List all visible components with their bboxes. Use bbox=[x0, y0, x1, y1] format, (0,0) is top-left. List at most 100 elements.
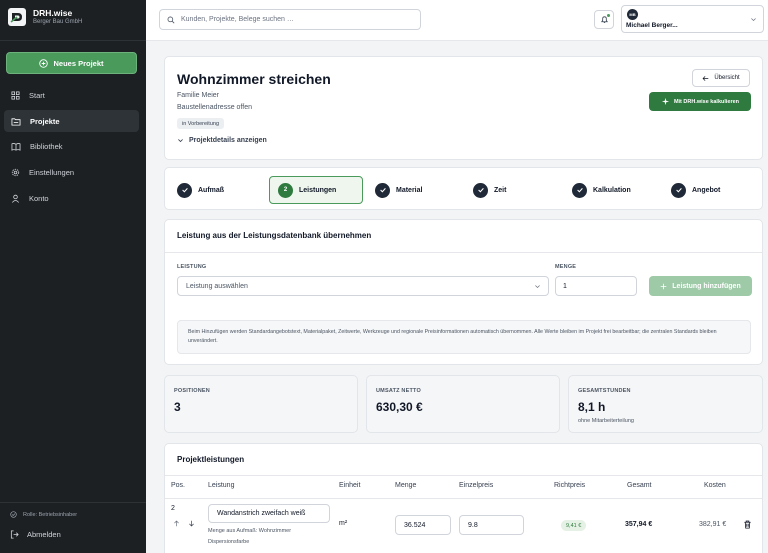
stat-revenue: UMSATZ NETTO 630,30 € bbox=[366, 375, 560, 433]
sidebar-item-projekte[interactable]: Projekte bbox=[4, 110, 139, 132]
row-note: Dispersionsfarbe bbox=[208, 539, 250, 545]
sidebar-item-einstellungen[interactable]: Einstellungen bbox=[4, 161, 139, 183]
col-header-qty: Menge bbox=[395, 482, 417, 489]
qty-field-label: MENGE bbox=[555, 264, 577, 270]
sidebar-item-bibliothek[interactable]: Bibliothek bbox=[4, 135, 139, 157]
sidebar-item-label: Start bbox=[29, 90, 45, 100]
new-project-button[interactable]: Neues Projekt bbox=[6, 52, 137, 74]
stat-positions: POSITIONEN 3 bbox=[164, 375, 358, 433]
user-name: Michael Berger... bbox=[626, 22, 678, 29]
project-address: Baustellenadresse offen bbox=[177, 104, 252, 111]
overview-button[interactable]: Übersicht bbox=[692, 69, 750, 87]
step-label: Zeit bbox=[494, 186, 507, 194]
plus-circle-icon bbox=[39, 58, 49, 68]
company-name: Berger Bau GmbH bbox=[33, 19, 83, 25]
section-title: Projektleistungen bbox=[177, 455, 245, 464]
unit-price-input[interactable]: 9.8 bbox=[459, 515, 524, 535]
col-header-unit: Einheit bbox=[339, 482, 361, 489]
row-pos: 2 bbox=[171, 505, 175, 512]
user-icon bbox=[12, 194, 19, 203]
divider bbox=[165, 252, 762, 253]
details-label: Projektdetails anzeigen bbox=[189, 137, 267, 144]
step-zeit[interactable]: Zeit bbox=[473, 176, 506, 204]
step-leistungen[interactable]: 2 Leistungen bbox=[269, 176, 363, 204]
check-icon bbox=[473, 182, 488, 198]
project-details-toggle[interactable]: Projektdetails anzeigen bbox=[177, 137, 267, 144]
qty-input[interactable]: 36.524 bbox=[395, 515, 451, 535]
logout-label: Abmelden bbox=[27, 530, 61, 539]
step-label: Leistungen bbox=[299, 186, 337, 194]
search-placeholder: Kunden, Projekte, Belege suchen … bbox=[181, 16, 294, 23]
check-icon bbox=[671, 182, 686, 198]
chevron-down-icon bbox=[535, 285, 540, 289]
stat-label: GESAMTSTUNDEN bbox=[578, 388, 631, 394]
stat-hours: GESAMTSTUNDEN 8,1 h ohne Mitarbeiterteil… bbox=[568, 375, 763, 433]
add-service-label: Leistung hinzufügen bbox=[672, 282, 741, 290]
stat-sub: ohne Mitarbeiterteilung bbox=[578, 418, 634, 424]
search-icon bbox=[167, 16, 175, 23]
add-service-card: Leistung aus der Leistungsdatenbank über… bbox=[164, 219, 763, 365]
step-label: Kalkulation bbox=[593, 186, 631, 194]
calculate-label: Mit DRH.wise kalkulieren bbox=[673, 98, 740, 105]
notifications-button[interactable] bbox=[594, 10, 614, 29]
row-unit: m² bbox=[339, 520, 348, 527]
arrow-left-icon bbox=[702, 75, 709, 81]
grid-icon bbox=[11, 90, 20, 100]
divider bbox=[0, 40, 146, 41]
stat-value: 3 bbox=[174, 400, 181, 414]
service-name-input[interactable]: Wandanstrich zweifach weiß bbox=[208, 504, 330, 523]
col-header-guide-price: Richtpreis bbox=[554, 482, 586, 489]
user-menu[interactable]: MB Michael Berger... bbox=[621, 5, 764, 33]
logout-icon bbox=[10, 530, 19, 539]
topbar: Kunden, Projekte, Belege suchen … MB Mic… bbox=[146, 0, 768, 41]
role-label: Rolle: Betriebsinhaber bbox=[23, 511, 78, 518]
project-services-card: Projektleistungen Pos. Leistung Einheit … bbox=[164, 443, 763, 553]
step-aufmass[interactable]: Aufmaß bbox=[177, 176, 224, 204]
chevron-down-icon bbox=[178, 139, 183, 143]
logout-button[interactable]: Abmelden bbox=[10, 530, 61, 539]
sidebar-item-label: Bibliothek bbox=[30, 141, 63, 151]
divider bbox=[165, 475, 762, 476]
sidebar-item-start[interactable]: Start bbox=[4, 84, 139, 106]
trash-icon[interactable] bbox=[743, 520, 752, 529]
sidebar-item-label: Projekte bbox=[30, 116, 60, 126]
step-label: Aufmaß bbox=[198, 186, 225, 194]
guide-price-badge: 9,41 € bbox=[561, 520, 587, 531]
service-select[interactable]: Leistung auswählen bbox=[177, 276, 549, 296]
row-cost: 382,91 € bbox=[699, 521, 727, 528]
stat-label: UMSATZ NETTO bbox=[376, 388, 421, 394]
avatar: MB bbox=[627, 9, 638, 20]
search-input[interactable]: Kunden, Projekte, Belege suchen … bbox=[159, 9, 421, 30]
notification-dot bbox=[607, 14, 610, 17]
logo-icon bbox=[8, 8, 26, 26]
brand[interactable]: DRH.wise Berger Bau GmbH bbox=[8, 8, 82, 26]
status-badge: in Vorbereitung bbox=[177, 118, 224, 129]
step-label: Angebot bbox=[692, 186, 721, 194]
page-title: Wohnzimmer streichen bbox=[177, 71, 331, 87]
sparkle-icon bbox=[661, 97, 670, 106]
row-total: 357,94 € bbox=[625, 521, 653, 528]
col-header-pos: Pos. bbox=[171, 482, 186, 489]
col-header-cost: Kosten bbox=[704, 482, 726, 489]
project-header-card: Wohnzimmer streichen Familie Meier Baust… bbox=[164, 56, 763, 160]
step-kalkulation[interactable]: Kalkulation bbox=[572, 176, 631, 204]
divider bbox=[0, 502, 146, 503]
check-icon bbox=[572, 182, 587, 198]
app-name: DRH.wise bbox=[33, 8, 73, 18]
sidebar-item-label: Konto bbox=[29, 193, 49, 203]
add-service-button[interactable]: Leistung hinzufügen bbox=[649, 276, 752, 296]
col-header-unit-price: Einzelpreis bbox=[459, 482, 494, 489]
quantity-input[interactable]: 1 bbox=[555, 276, 637, 296]
stat-value: 630,30 € bbox=[376, 400, 423, 414]
check-icon bbox=[375, 182, 390, 198]
shield-check-icon bbox=[10, 511, 17, 518]
arrow-up-icon[interactable] bbox=[173, 520, 180, 527]
col-header-total: Gesamt bbox=[627, 482, 652, 489]
arrow-down-icon[interactable] bbox=[188, 520, 195, 527]
sidebar: DRH.wise Berger Bau GmbH Neues Projekt S… bbox=[0, 0, 146, 553]
sidebar-item-konto[interactable]: Konto bbox=[4, 187, 139, 209]
stat-value: 8,1 h bbox=[578, 400, 606, 414]
step-angebot[interactable]: Angebot bbox=[671, 176, 720, 204]
calculate-button[interactable]: Mit DRH.wise kalkulieren bbox=[649, 92, 751, 111]
step-material[interactable]: Material bbox=[375, 176, 422, 204]
